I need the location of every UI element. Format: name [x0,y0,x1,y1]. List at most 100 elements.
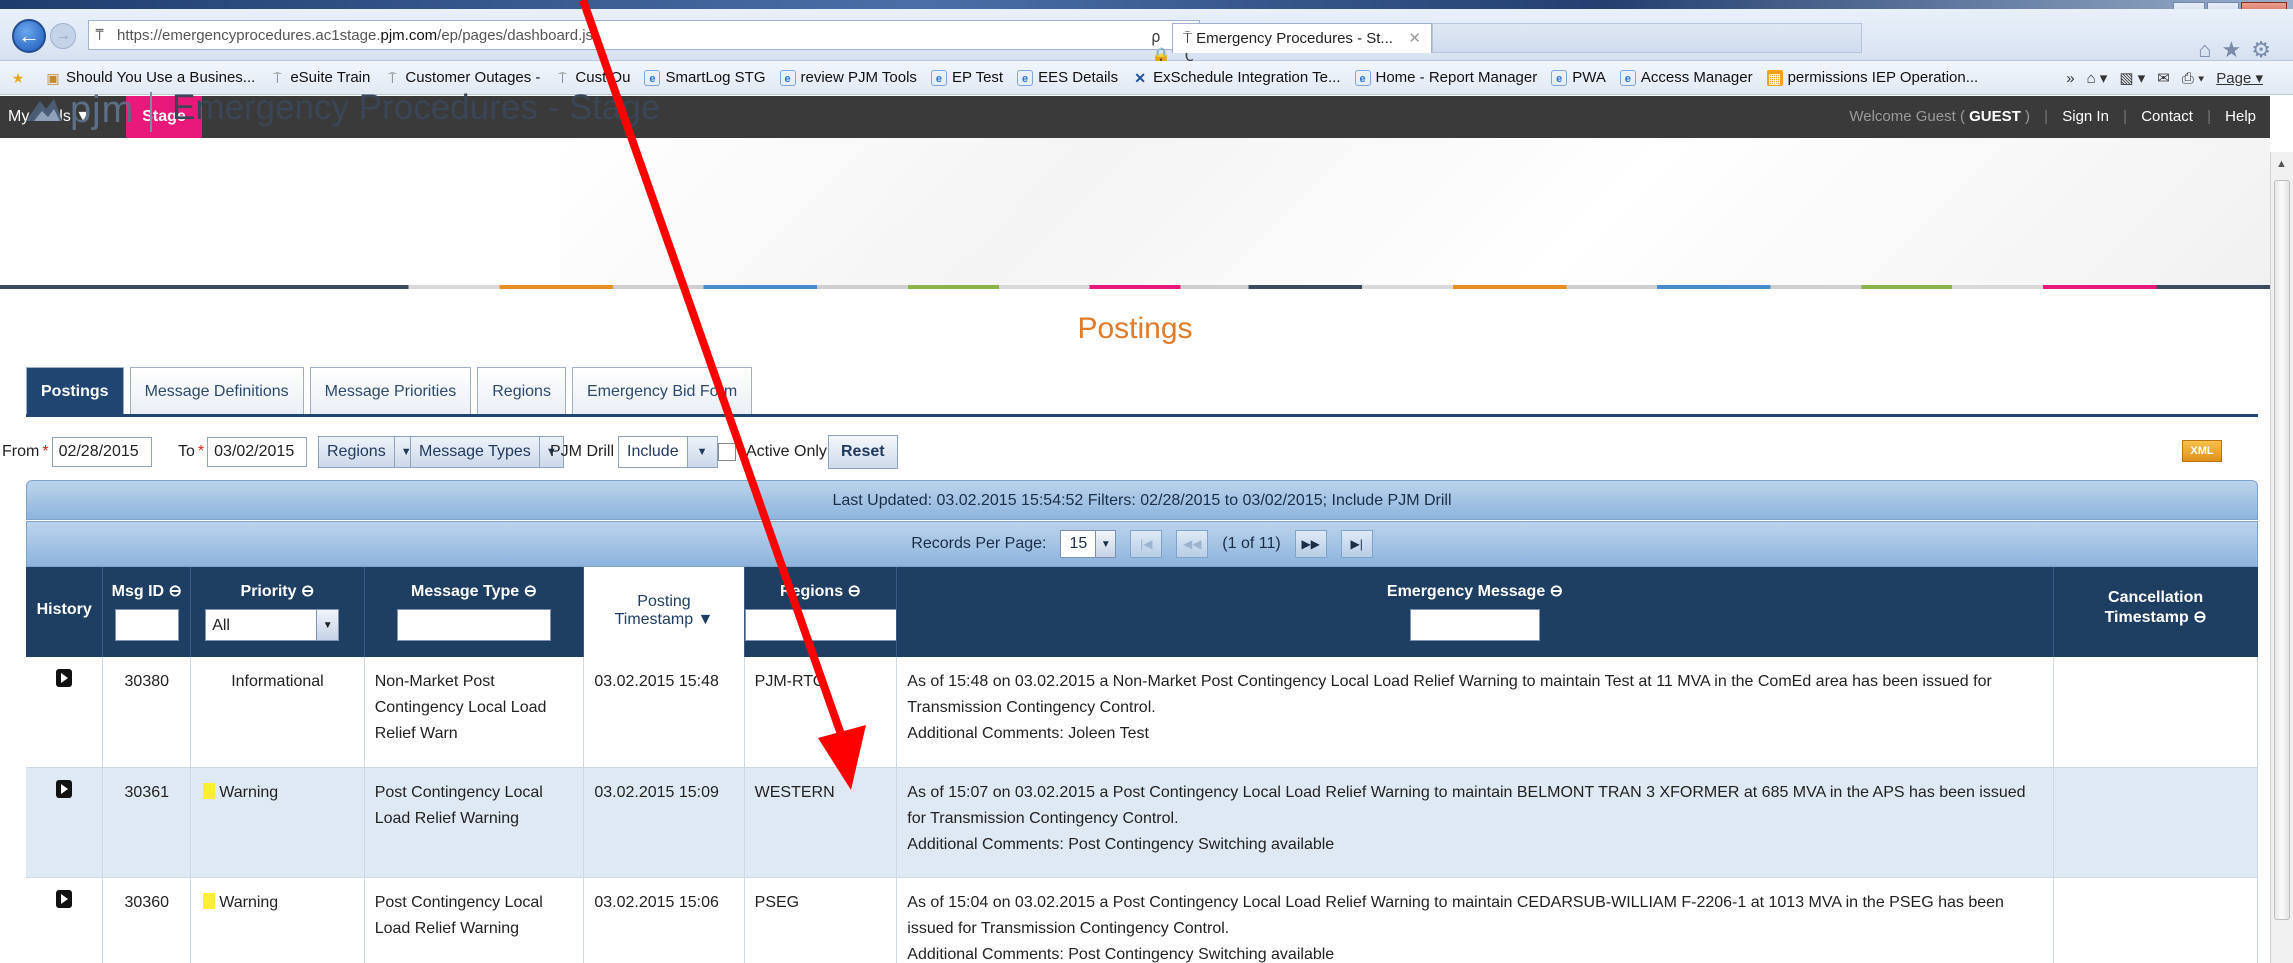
chevron-down-icon[interactable]: ▼ [1095,531,1116,557]
page-scrollbar[interactable]: ▲ [2270,152,2293,963]
ie-icon: e [1017,69,1034,86]
favorite-item[interactable]: ⍑ Cust Ou [554,69,630,86]
favorites-overflow-button[interactable]: » [2066,70,2074,87]
ie-icon: e [1619,69,1636,86]
history-icon[interactable] [56,889,73,908]
header-divider [150,92,152,132]
header-decoration [560,138,2270,288]
window-title-strip [0,0,2293,9]
feeds-icon[interactable]: ▧ ▾ [2119,69,2145,87]
priority-filter-select[interactable]: All ▼ [205,609,340,641]
region-cell: WESTERN [744,767,898,878]
cancellation-cell [2053,767,2259,878]
favorite-item[interactable]: ⍑ Customer Outages - [384,69,540,86]
message-type-filter-input[interactable] [397,609,552,641]
pjm-logo[interactable]: pjm [24,89,134,131]
tab-favicon-icon: ⍑ [1183,30,1197,47]
msg-id-filter-input[interactable] [114,609,179,641]
favorite-item[interactable]: e Home - Report Manager [1354,69,1537,86]
forward-button[interactable]: → [50,23,76,49]
message-type-cell: Non-Market Post Contingency Local Load R… [364,657,585,768]
favorite-item[interactable]: e EES Details [1017,69,1118,86]
address-bar[interactable]: ⍑ https://emergencyprocedures.ac1stage.p… [88,20,1200,84]
pjm-drill-group: PJM Drill Include ▼ [550,432,718,472]
records-per-page-select[interactable]: 15 ▼ [1060,530,1117,558]
msg-id-cell: 30361 [102,767,192,878]
records-per-page-label: Records Per Page: [911,535,1047,552]
from-date-input[interactable] [51,437,152,467]
previous-page-button[interactable]: ◀◀ [1176,530,1209,558]
history-icon[interactable] [56,669,73,687]
site-pin-icon: ⍑ [95,26,105,44]
chevron-down-icon[interactable]: ▼ [687,436,718,468]
contact-link[interactable]: Contact [2141,108,2193,125]
tab-regions[interactable]: Regions [477,367,566,415]
table-header-row: History Msg ID ⊖ Priority ⊖ All ▼ Message… [26,567,2258,657]
first-page-button[interactable]: |◀ [1130,530,1163,558]
postings-table: History Msg ID ⊖ Priority ⊖ All ▼ Message… [26,567,2259,963]
home-icon[interactable]: ⌂ ▾ [2087,69,2108,87]
last-page-button[interactable]: ▶| [1340,530,1373,558]
print-icon[interactable]: ⎙ ▾ [2182,70,2204,87]
browser-tab[interactable]: ⍑ Emergency Procedures - St... ✕ [1172,23,1432,53]
favorite-item[interactable]: ✕ ExSchedule Integration Te... [1132,69,1340,86]
active-only-group: Active Only [718,432,827,472]
scroll-up-arrow-icon[interactable]: ▲ [2276,158,2287,170]
help-link[interactable]: Help [2225,108,2256,125]
next-page-button[interactable]: ▶▶ [1294,530,1327,558]
col-posting-timestamp[interactable]: Posting Timestamp ▼ [583,567,745,657]
tab-postings[interactable]: Postings [26,367,124,415]
favorites-star-icon[interactable]: ★ [10,70,31,86]
to-date-input[interactable] [207,437,308,467]
scroll-thumb[interactable] [2274,180,2290,920]
col-emergency-message[interactable]: Emergency Message ⊖ [896,567,2054,657]
col-cancellation-timestamp[interactable]: Cancellation Timestamp ⊖ [2053,567,2258,657]
regions-dropdown[interactable]: Regions ▼ [318,432,419,472]
tab-message-definitions[interactable]: Message Definitions [129,367,304,415]
chevron-down-icon[interactable]: ▼ [316,610,339,640]
table-row[interactable]: 30361 Warning Post Contingency Local Loa… [26,767,2259,878]
tab-message-priorities[interactable]: Message Priorities [309,367,472,415]
mail-icon[interactable]: ✉ [2157,69,2170,87]
table-row[interactable]: 30380 Informational Non-Market Post Cont… [26,657,2259,768]
favorite-item[interactable]: e PWA [1551,69,1606,86]
favorite-item[interactable]: ▣ Should You Use a Busines... [45,69,255,86]
to-field-group: To * [178,432,308,472]
favorite-item[interactable]: e review PJM Tools [779,69,917,86]
app-title: Emergency Procedures - Stage [172,88,661,127]
message-types-dropdown[interactable]: Message Types ▼ [410,432,564,472]
regions-filter-input[interactable] [744,609,897,641]
reset-button[interactable]: Reset [828,435,898,469]
favorite-item[interactable]: e SmartLog STG [644,69,766,86]
sign-in-link[interactable]: Sign In [2062,108,2109,125]
home-favorites-tools-icons[interactable]: ⌂★⚙ [2198,37,2281,63]
tab-emergency-bid-form[interactable]: Emergency Bid Form [571,367,753,415]
posting-timestamp-cell: 03.02.2015 15:06 [583,877,745,963]
favorite-item[interactable]: ▦ permissions IEP Operation... [1766,69,1978,86]
history-icon[interactable] [56,779,73,798]
message-types-button[interactable]: Message Types [410,436,540,468]
ie-icon: e [1354,69,1371,86]
new-tab-area[interactable] [1432,23,1862,53]
msg-id-cell: 30380 [102,657,192,768]
favorite-item[interactable]: ⍑ eSuite Train [269,69,370,86]
close-tab-icon[interactable]: ✕ [1408,29,1421,47]
emergency-message-cell: As of 15:07 on 03.02.2015 a Post Conting… [896,767,2054,878]
table-row[interactable]: 30360 Warning Post Contingency Local Loa… [26,877,2259,963]
col-message-type[interactable]: Message Type ⊖ [364,567,585,657]
favorite-item[interactable]: e EP Test [930,69,1003,86]
favorite-page-icon: ▣ [46,69,60,86]
regions-button[interactable]: Regions [318,436,395,468]
xml-export-icon[interactable]: XML [2182,440,2222,462]
col-msg-id[interactable]: Msg ID ⊖ [102,567,192,657]
favorite-item[interactable]: e Access Manager [1619,69,1753,86]
col-regions[interactable]: Regions ⊖ [744,567,898,657]
back-button[interactable]: ← [12,19,46,53]
page-menu[interactable]: Page ▾ [2216,69,2263,87]
msg-id-cell: 30360 [102,877,192,963]
col-priority[interactable]: Priority ⊖ All ▼ [190,567,365,657]
from-label: From [2,443,40,460]
active-only-checkbox[interactable] [718,443,736,461]
emergency-message-filter-input[interactable] [1409,609,1540,641]
pjm-drill-select[interactable]: Include [618,436,688,468]
